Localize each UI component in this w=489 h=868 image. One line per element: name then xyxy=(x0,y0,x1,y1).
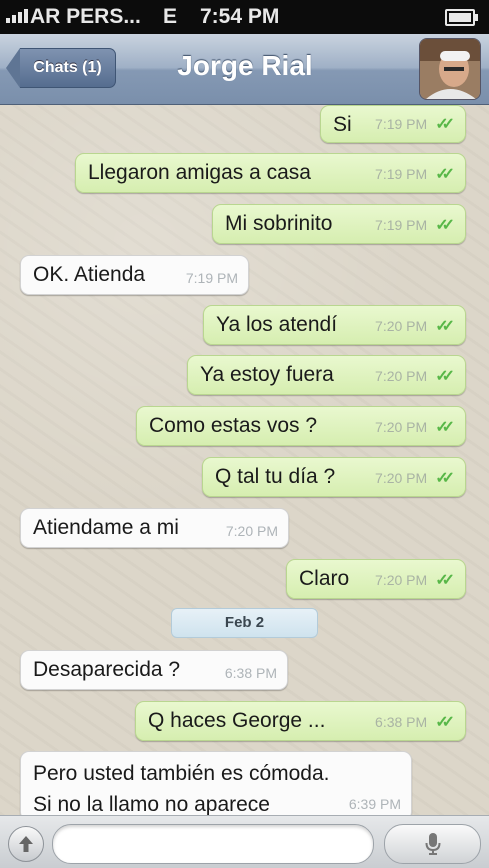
message-text: Como estas vos ? xyxy=(149,414,318,437)
message-text: Ya estoy fuera xyxy=(200,363,334,386)
voice-note-button[interactable] xyxy=(384,824,481,864)
message-text: Atiendame a mi xyxy=(33,516,179,539)
message-bubble-incoming[interactable]: Pero usted también es cómoda. Si no la l… xyxy=(20,751,412,815)
message-time: 7:19 PM xyxy=(375,166,428,182)
message-time: 7:20 PM xyxy=(375,419,428,435)
message-time: 7:20 PM xyxy=(375,368,428,384)
read-ticks-icon: ✓✓ xyxy=(435,572,455,589)
attach-button[interactable] xyxy=(8,826,44,862)
read-ticks-icon: ✓✓ xyxy=(435,368,455,385)
message-time: 7:20 PM xyxy=(225,523,278,539)
message-time: 6:38 PM xyxy=(224,665,277,681)
message-bubble-incoming[interactable]: Desaparecida ? 6:38 PM xyxy=(20,650,288,690)
read-ticks-icon: ✓✓ xyxy=(435,470,455,487)
message-bubble-outgoing[interactable]: Ya estoy fuera 7:20 PM ✓✓ xyxy=(187,355,466,395)
message-text: Q haces George ... xyxy=(148,709,326,732)
message-bubble-outgoing[interactable]: Si 7:19 PM ✓✓ xyxy=(320,105,466,143)
message-time: 7:19 PM xyxy=(375,116,428,132)
message-text: Q tal tu día ? xyxy=(215,465,336,488)
message-text-line: Si no la llamo no aparece xyxy=(33,793,270,815)
contact-name[interactable]: Jorge Rial xyxy=(120,50,370,82)
message-text: Mi sobrinito xyxy=(225,212,333,235)
message-time: 6:38 PM xyxy=(375,714,428,730)
message-bubble-outgoing[interactable]: Ya los atendí 7:20 PM ✓✓ xyxy=(203,305,466,345)
read-ticks-icon: ✓✓ xyxy=(435,217,455,234)
carrier-name: AR PERS... xyxy=(30,5,141,28)
message-text-line: Pero usted también es cómoda. xyxy=(33,762,330,785)
message-text-block: Pero usted también es cómoda. Si no la l… xyxy=(33,758,330,815)
message-bubble-outgoing[interactable]: Como estas vos ? 7:20 PM ✓✓ xyxy=(136,406,466,446)
network-type: E xyxy=(163,5,178,28)
message-bubble-incoming[interactable]: OK. Atienda 7:19 PM xyxy=(20,255,249,295)
message-input[interactable] xyxy=(52,824,374,864)
date-separator: Feb 2 xyxy=(171,608,318,638)
read-ticks-icon: ✓✓ xyxy=(435,714,455,731)
back-to-chats-button[interactable]: Chats (1) xyxy=(6,48,116,88)
read-ticks-icon: ✓✓ xyxy=(435,116,455,133)
battery-icon xyxy=(445,9,478,26)
message-time: 7:19 PM xyxy=(185,270,238,286)
back-button-label: Chats (1) xyxy=(20,48,116,88)
message-text: Si xyxy=(333,113,352,136)
read-ticks-icon: ✓✓ xyxy=(435,166,455,183)
message-composer xyxy=(0,815,489,868)
back-arrow-icon xyxy=(6,48,20,88)
read-ticks-icon: ✓✓ xyxy=(435,419,455,436)
message-text: Llegaron amigas a casa xyxy=(88,161,311,184)
signal-strength-icon xyxy=(6,9,28,23)
message-time: 7:20 PM xyxy=(375,318,428,334)
message-time: 6:39 PM xyxy=(348,796,401,812)
arrow-up-icon xyxy=(19,836,33,852)
contact-avatar[interactable] xyxy=(419,38,481,100)
chat-header: Chats (1) Jorge Rial xyxy=(0,34,489,105)
microphone-icon xyxy=(425,833,440,855)
message-text: Ya los atendí xyxy=(216,313,338,336)
message-text: OK. Atienda xyxy=(33,263,146,286)
message-bubble-outgoing[interactable]: Mi sobrinito 7:19 PM ✓✓ xyxy=(212,204,466,244)
status-bar: AR PERS... E 7:54 PM xyxy=(0,0,489,34)
message-text: Desaparecida ? xyxy=(33,658,181,681)
message-bubble-outgoing[interactable]: Q tal tu día ? 7:20 PM ✓✓ xyxy=(202,457,466,497)
read-ticks-icon: ✓✓ xyxy=(435,318,455,335)
message-bubble-outgoing[interactable]: Claro 7:20 PM ✓✓ xyxy=(286,559,466,599)
message-list[interactable]: Si 7:19 PM ✓✓ Llegaron amigas a casa 7:19… xyxy=(0,105,489,815)
message-bubble-outgoing[interactable]: Q haces George ... 6:38 PM ✓✓ xyxy=(135,701,466,741)
message-bubble-incoming[interactable]: Atiendame a mi 7:20 PM xyxy=(20,508,289,548)
message-time: 7:20 PM xyxy=(375,470,428,486)
message-time: 7:19 PM xyxy=(375,217,428,233)
message-text: Claro xyxy=(299,567,350,590)
message-bubble-outgoing[interactable]: Llegaron amigas a casa 7:19 PM ✓✓ xyxy=(75,153,466,193)
message-time: 7:20 PM xyxy=(375,572,428,588)
clock-time: 7:54 PM xyxy=(200,5,280,28)
